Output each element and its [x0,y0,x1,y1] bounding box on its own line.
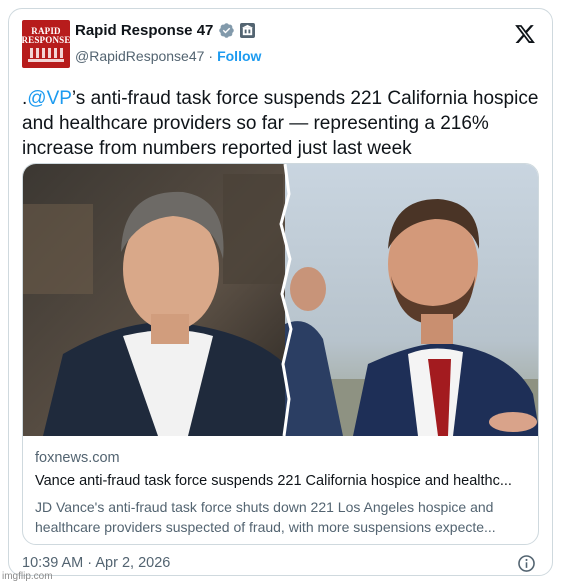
watermark: imgflip.com [2,571,53,582]
follow-button[interactable]: Follow [217,48,261,64]
link-domain: foxnews.com [35,450,120,466]
avatar[interactable]: RAPID RESPONSE [22,20,70,68]
link-title[interactable]: Vance anti-fraud task force suspends 221… [35,473,528,489]
tweet-text: .@VP’s anti-fraud task force suspends 22… [22,86,542,161]
tweet-card[interactable]: RAPID RESPONSE Rapid Response 47 @RapidR… [8,8,553,576]
tweet-body: ’s anti-fraud task force suspends 221 Ca… [22,88,539,159]
tweet-timestamp[interactable]: 10:39 AM · Apr 2, 2026 [22,555,170,571]
x-logo-icon[interactable] [514,23,536,45]
link-description: JD Vance's anti-fraud task force shuts d… [35,499,496,535]
logo-base [28,58,64,62]
white-house-logo-icon [29,47,63,58]
link-preview-image[interactable] [23,164,539,436]
info-icon[interactable] [517,554,536,573]
verified-badge-icon[interactable] [218,22,235,39]
display-name[interactable]: Rapid Response 47 [75,22,213,39]
link-preview-card[interactable]: foxnews.com Vance anti-fraud task force … [22,163,539,545]
account-name-row: Rapid Response 47 [75,22,256,39]
government-org-icon[interactable] [240,23,256,38]
handle-row: @RapidResponse47 · Follow [75,48,261,64]
mention-link[interactable]: @VP [27,88,72,109]
avatar-text-response: RESPONSE [22,34,70,45]
account-handle[interactable]: @RapidResponse47 [75,48,204,64]
separator-dot: · [208,48,214,64]
